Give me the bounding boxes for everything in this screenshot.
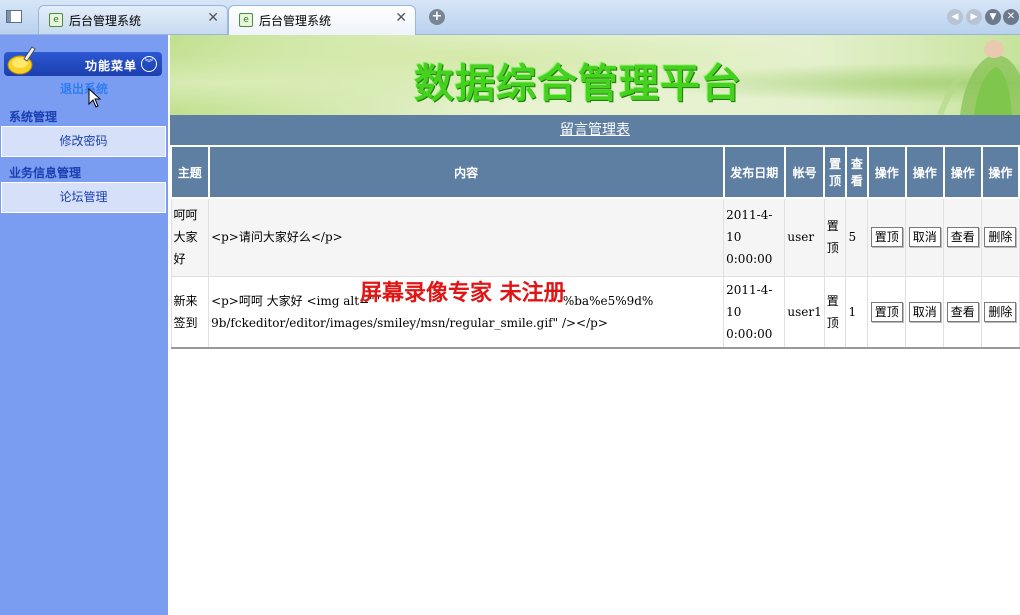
cell-action: 取消 [905, 197, 945, 277]
message-table: 主题 内容 发布日期 帐号 置顶 查看 操作 操作 操作 操作 呵呵大家好 <p… [170, 145, 1020, 349]
cell-action: 置顶 [867, 197, 907, 277]
cell-account: user1 [784, 275, 825, 349]
column-header: 发布日期 [722, 145, 786, 199]
cell-action: 取消 [905, 275, 945, 349]
cell-content: <p>请问大家好么</p> [208, 197, 725, 277]
page-favicon-icon: e [239, 13, 253, 27]
collapse-menu-icon[interactable]: ︾ [141, 56, 157, 72]
browser-tab-1[interactable]: e 后台管理系统 ✕ [38, 5, 228, 34]
group-title-business: 业务信息管理 [9, 166, 82, 180]
column-header: 操作 [866, 145, 907, 199]
cell-account: user [784, 197, 825, 277]
close-window-icon[interactable]: ✕ [1003, 9, 1019, 25]
menu-logo-icon [7, 46, 36, 75]
scroll-right-icon[interactable]: ▶ [966, 9, 982, 25]
content-line: 9b/fckeditor/editor/images/smiley/msn/re… [211, 315, 608, 330]
column-header: 主题 [170, 145, 210, 199]
watermark-text: 屏幕录像专家 未注册 [360, 280, 566, 306]
cell-action: 删除 [981, 197, 1020, 277]
unpin-button[interactable]: 取消 [908, 227, 941, 248]
column-header: 内容 [207, 145, 725, 199]
banner-title: 数据综合管理平台 [414, 60, 742, 107]
menu-title: 功能菜单 [85, 59, 138, 73]
column-header: 置顶 [823, 145, 847, 199]
table-caption[interactable]: 留言管理表 [560, 122, 630, 138]
tab-title: 后台管理系统 [259, 14, 332, 28]
logout-link[interactable]: 退出系统 [0, 80, 168, 97]
tab-title: 后台管理系统 [69, 14, 142, 28]
cell-top: 置顶 [823, 275, 847, 349]
cell-subject: 呵呵大家好 [170, 197, 210, 277]
scroll-left-icon[interactable]: ◀ [947, 9, 963, 25]
column-header: 操作 [904, 145, 945, 199]
column-header: 操作 [942, 145, 983, 199]
close-tab-icon[interactable]: ✕ [395, 10, 407, 26]
sidebar-item-change-password[interactable]: 修改密码 [1, 126, 166, 157]
sidebar-item-forum-manage[interactable]: 论坛管理 [1, 182, 166, 213]
pin-button[interactable]: 置顶 [870, 227, 903, 248]
new-tab-icon[interactable]: + [429, 9, 445, 25]
cell-date: 2011-4-10 0:00:00 [723, 275, 786, 349]
table-row: 呵呵大家好 <p>请问大家好么</p> 2011-4-10 0:00:00 us… [170, 197, 1020, 277]
content-text: <p>呵呵 大家好 <img alt="" [211, 293, 381, 308]
cell-views: 5 [845, 197, 869, 277]
mouse-cursor-icon [88, 88, 102, 108]
cell-top: 置顶 [823, 197, 847, 277]
cell-action: 查看 [943, 275, 983, 349]
view-button[interactable]: 查看 [946, 227, 979, 248]
table-header-row: 主题 内容 发布日期 帐号 置顶 查看 操作 操作 操作 操作 [170, 145, 1020, 199]
delete-button[interactable]: 删除 [984, 227, 1017, 248]
browser-tab-bar: e 后台管理系统 ✕ e 后台管理系统 ✕ + ◀ ▶ ▼ ✕ [0, 0, 1020, 35]
unpin-button[interactable]: 取消 [908, 301, 941, 322]
column-header: 查看 [844, 145, 869, 199]
table-caption-bar: 留言管理表 [170, 115, 1020, 145]
browser-tab-2[interactable]: e 后台管理系统 ✕ [228, 5, 416, 35]
table-row: 新来签到 <p>呵呵 大家好 <img alt="" %ba%e5%9d% 9b… [170, 275, 1020, 349]
page-favicon-icon: e [49, 13, 63, 27]
site-banner: 数据综合管理平台 [170, 35, 1020, 115]
cell-subject: 新来签到 [170, 275, 210, 349]
cell-views: 1 [845, 275, 869, 349]
cell-action: 删除 [981, 275, 1020, 349]
column-header: 帐号 [783, 145, 826, 199]
cell-date: 2011-4-10 0:00:00 [723, 197, 786, 277]
sidebar-menu: 功能菜单 ︾ 退出系统 系统管理 修改密码 业务信息管理 论坛管理 [0, 35, 168, 615]
column-header: 操作 [980, 145, 1020, 199]
close-tab-icon[interactable]: ✕ [207, 10, 219, 26]
group-title-system: 系统管理 [9, 110, 58, 124]
view-button[interactable]: 查看 [946, 301, 979, 322]
delete-button[interactable]: 删除 [984, 301, 1017, 322]
cell-action: 查看 [943, 197, 983, 277]
pin-button[interactable]: 置顶 [870, 301, 903, 322]
cell-action: 置顶 [867, 275, 907, 349]
tab-dropdown-icon[interactable]: ▼ [985, 9, 1001, 25]
content-text: %ba%e5%9d% [562, 293, 654, 308]
banner-figure-image [937, 40, 1020, 115]
tab-list-icon[interactable] [6, 10, 22, 23]
